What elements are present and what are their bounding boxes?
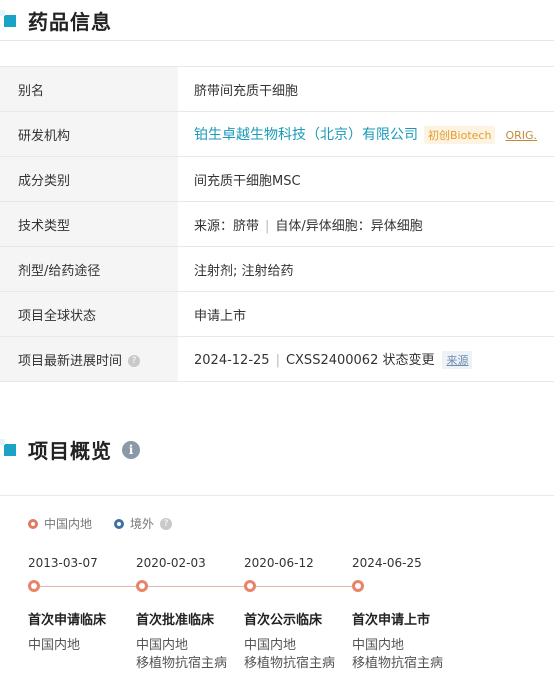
node-dot-icon <box>28 580 40 592</box>
section-marker-icon <box>0 9 16 27</box>
table-row: 剂型/给药途径 注射剂; 注射给药 <box>0 246 554 292</box>
node-event: 首次批准临床 <box>136 613 215 628</box>
row-label: 别名 <box>0 66 178 112</box>
progress-date: 2024-12-25 <box>194 353 270 368</box>
drug-info-header: 药品信息 <box>0 6 112 35</box>
mainland-dot-icon <box>28 518 38 529</box>
info-icon[interactable]: i <box>122 440 140 459</box>
node-dot-icon <box>244 580 256 592</box>
node-dot-icon <box>136 580 148 592</box>
node-indication: 移植物抗宿主病 <box>136 656 228 671</box>
node-indication: 移植物抗宿主病 <box>244 656 336 671</box>
legend-label: 境外 <box>130 517 155 531</box>
row-label: 成分类别 <box>0 156 178 202</box>
table-row: 技术类型 来源：脐带 | 自体/异体细胞：异体细胞 <box>0 201 554 247</box>
legend-item-mainland[interactable]: 中国内地 <box>28 515 92 532</box>
tech-source: 来源：脐带 <box>194 218 260 234</box>
row-value: 注射剂; 注射给药 <box>178 246 554 292</box>
row-label: 研发机构 <box>0 111 178 157</box>
legend-item-overseas[interactable]: 境外 ? <box>114 515 173 532</box>
header-divider <box>0 40 554 41</box>
section-marker-icon <box>0 438 16 456</box>
row-label: 项目全球状态 <box>0 291 178 337</box>
tech-type: 自体/异体细胞：异体细胞 <box>275 218 423 234</box>
section-title: 药品信息 <box>28 10 112 34</box>
row-value: 脐带间充质干细胞 <box>178 66 554 112</box>
biotech-tag[interactable]: 初创Biotech <box>424 126 496 144</box>
separator: | <box>275 353 280 368</box>
overview-header: 项目概览 i <box>0 435 140 464</box>
row-label: 项目最新进展时间? <box>0 336 178 382</box>
row-label: 技术类型 <box>0 201 178 247</box>
node-region: 中国内地 <box>136 638 189 653</box>
node-date: 2020-06-12 <box>244 556 314 570</box>
source-link[interactable]: 来源 <box>442 351 473 369</box>
timeline-line <box>32 586 362 587</box>
node-indication: 移植物抗宿主病 <box>352 656 444 671</box>
node-dot-icon <box>352 580 364 592</box>
row-label: 剂型/给药途径 <box>0 246 178 292</box>
separator: | <box>265 218 270 234</box>
node-event: 首次公示临床 <box>244 613 323 628</box>
node-region: 中国内地 <box>28 638 81 653</box>
section-title: 项目概览 <box>28 439 112 463</box>
table-row: 项目最新进展时间? 2024-12-25 | CXSS2400062 状态变更 来源 <box>0 336 554 382</box>
row-value: 申请上市 <box>178 291 554 337</box>
help-icon[interactable]: ? <box>128 355 141 367</box>
legend-label: 中国内地 <box>44 517 93 531</box>
orig-tag[interactable]: ORIG. <box>501 128 541 143</box>
row-value: 来源：脐带 | 自体/异体细胞：异体细胞 <box>178 201 554 247</box>
node-date: 2024-06-25 <box>352 556 422 570</box>
node-date: 2020-02-03 <box>136 556 206 570</box>
row-label-text: 项目最新进展时间 <box>18 353 123 369</box>
company-link[interactable]: 铂生卓越生物科技（北京）有限公司 <box>194 127 418 143</box>
table-row: 研发机构 铂生卓越生物科技（北京）有限公司 初创Biotech ORIG. <box>0 111 554 157</box>
node-event: 首次申请临床 <box>28 613 107 628</box>
progress-detail: CXSS2400062 状态变更 <box>285 353 435 368</box>
drug-info-table: 别名 脐带间充质干细胞 研发机构 铂生卓越生物科技（北京）有限公司 初创Biote… <box>0 66 554 382</box>
timeline-legend: 中国内地 境外 ? <box>28 515 194 532</box>
node-region: 中国内地 <box>352 638 405 653</box>
row-value: 2024-12-25 | CXSS2400062 状态变更 来源 <box>178 336 554 382</box>
help-icon[interactable]: ? <box>160 517 173 530</box>
row-value: 间充质干细胞MSC <box>178 156 554 202</box>
node-event: 首次申请上市 <box>352 613 431 628</box>
node-date: 2013-03-07 <box>28 556 98 570</box>
overseas-dot-icon <box>114 518 125 529</box>
table-row: 别名 脐带间充质干细胞 <box>0 66 554 112</box>
node-region: 中国内地 <box>244 638 297 653</box>
row-value: 铂生卓越生物科技（北京）有限公司 初创Biotech ORIG. <box>178 111 554 157</box>
table-row: 项目全球状态 申请上市 <box>0 291 554 337</box>
table-row: 成分类别 间充质干细胞MSC <box>0 156 554 202</box>
